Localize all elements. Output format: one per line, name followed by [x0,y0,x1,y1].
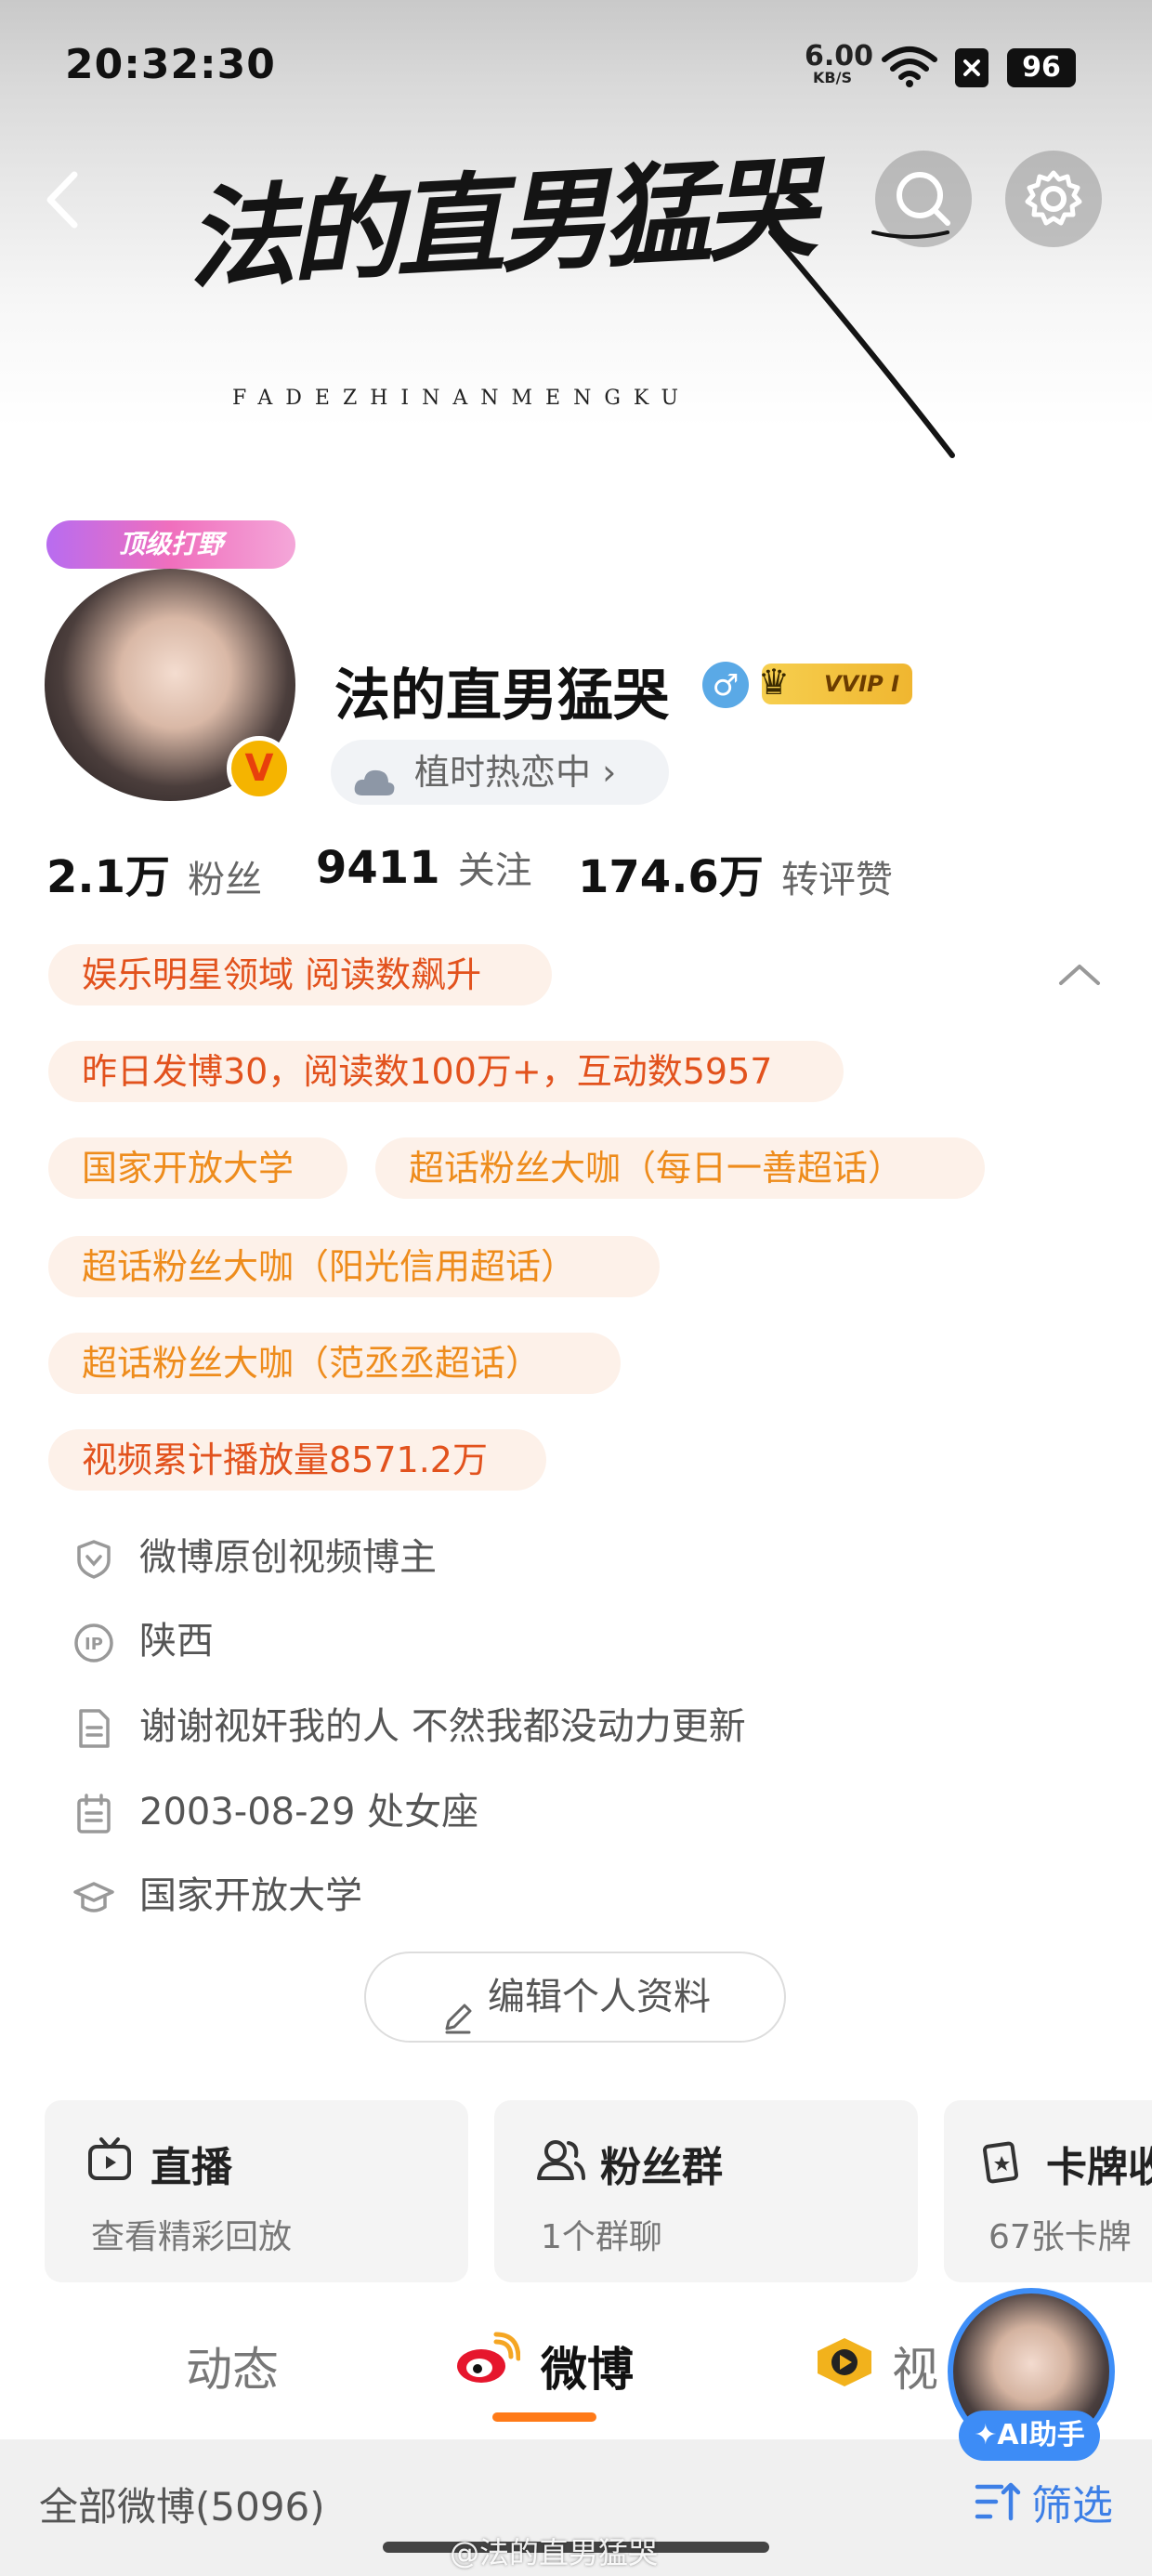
weibo-logo-icon [453,2331,521,2388]
ip-icon: IP [72,1622,115,1664]
ai-assistant-button[interactable]: ✦AI助手 [959,2411,1100,2461]
gender-male-icon: ♂ [702,662,749,708]
following-label: 关注 [457,849,532,892]
crown-icon: ♛ [758,662,791,703]
tab-feed[interactable]: 动态 [186,2333,279,2399]
following-stat[interactable]: 9411 关注 [316,840,532,894]
tag-supertopic-2[interactable]: 超话粉丝大咖（阳光信用超话） [48,1236,660,1297]
tab-active-indicator [492,2412,596,2422]
card-card-collection[interactable]: 卡牌收 67张卡牌 [944,2100,1152,2282]
interactions-stat[interactable]: 174.6万 转评赞 [578,840,893,905]
watermark: @法的直男猛哭 [450,2535,659,2570]
profile-name: 法的直男猛哭 [334,664,669,729]
status-pill[interactable]: 植时热恋中 › [331,740,669,805]
followers-label: 粉丝 [188,859,263,901]
card-live[interactable]: 直播 查看精彩回放 [45,2100,468,2282]
vip-label: VVIP I [824,671,899,697]
sim-off-icon [955,48,988,87]
followers-count: 2.1万 [46,851,171,903]
edit-profile-button[interactable]: 编辑个人资料 [364,1952,786,2043]
banner-brush-stroke [762,223,966,465]
tag-school[interactable]: 国家开放大学 [48,1137,347,1199]
graduation-cap-icon [72,1876,115,1919]
shield-icon [72,1538,115,1581]
card-collection-subtitle: 67张卡牌 [988,2218,1132,2256]
info-birthday: 2003-08-29 处女座 [72,1784,478,1840]
info-bio: 谢谢视奸我的人 不然我都没动力更新 [72,1699,746,1755]
verified-badge: V [227,736,292,801]
svg-text:IP: IP [85,1635,103,1654]
filter-icon [974,2479,1022,2524]
interactions-label: 转评赞 [780,859,893,901]
card-collection-title: 卡牌收 [1046,2144,1152,2191]
info-verification: 微博原创视频博主 [72,1530,437,1585]
verification-text: 微博原创视频博主 [139,1536,437,1579]
card-live-title: 直播 [151,2144,232,2191]
wifi-icon [881,45,938,87]
video-tab-icon [810,2334,879,2390]
avatar-frame-badge: 顶级打野 [46,520,295,569]
battery-indicator: 96 [1007,48,1076,87]
tv-icon [85,2136,134,2184]
network-speed: 6.00 KB/S [805,40,874,86]
status-text: 植时热恋中 › [414,752,617,793]
filter-button[interactable]: 筛选 [974,2472,1113,2531]
interactions-count: 174.6万 [578,851,764,903]
tag-entertainment[interactable]: 娱乐明星领域 阅读数飙升 [48,944,552,1005]
network-speed-value: 6.00 [805,40,874,72]
pencil-icon [439,1980,477,2034]
card-fan-group-title: 粉丝群 [600,2144,723,2191]
sparkle-icon: ✦ [974,2419,998,2451]
tab-video[interactable]: 视 [892,2333,938,2399]
bio-text: 谢谢视奸我的人 不然我都没动力更新 [139,1705,746,1748]
group-icon [535,2136,587,2184]
card-fan-group-subtitle: 1个群聊 [541,2218,662,2256]
followers-stat[interactable]: 2.1万 粉丝 [46,840,262,905]
tag-supertopic-1[interactable]: 超话粉丝大咖（每日一善超话） [375,1137,985,1199]
tag-supertopic-3[interactable]: 超话粉丝大咖（范丞丞超话） [48,1333,621,1394]
vip-badge[interactable]: ♛ VVIP I [758,662,912,704]
back-button[interactable] [37,167,93,232]
birthday-text: 2003-08-29 处女座 [139,1791,479,1833]
network-speed-unit: KB/S [813,69,852,86]
card-icon [981,2136,1029,2184]
settings-button[interactable] [1005,151,1102,247]
card-live-subtitle: 查看精彩回放 [91,2218,293,2256]
banner-subtitle: FADEZHINANMENGKU [232,387,692,410]
ai-assistant-label: AI助手 [997,2419,1085,2451]
document-icon [72,1707,115,1750]
gear-icon [1025,170,1082,226]
edit-profile-label: 编辑个人资料 [488,1976,711,2018]
tag-yesterday-posts[interactable]: 昨日发博30，阅读数100万+，互动数5957 [48,1041,844,1102]
collapse-chevron-icon[interactable] [1055,955,1104,992]
tab-weibo[interactable]: 微博 [541,2333,634,2399]
calendar-icon [72,1793,115,1835]
all-posts-label[interactable]: 全部微博(5096) [39,2476,325,2532]
banner-calligraphy: 法的直男猛哭 [183,142,814,305]
school-text: 国家开放大学 [139,1874,362,1917]
status-time: 20:32:30 [65,41,276,88]
filter-label: 筛选 [1031,2482,1113,2530]
ip-location-text: 陕西 [139,1620,214,1663]
chevron-left-icon [46,171,78,229]
info-school: 国家开放大学 [72,1868,362,1924]
tag-video-plays[interactable]: 视频累计播放量8571.2万 [48,1429,546,1491]
following-count: 9411 [316,842,440,894]
cloud-icon [351,756,398,795]
card-fan-group[interactable]: 粉丝群 1个群聊 [494,2100,918,2282]
info-ip: IP 陕西 [72,1613,214,1669]
